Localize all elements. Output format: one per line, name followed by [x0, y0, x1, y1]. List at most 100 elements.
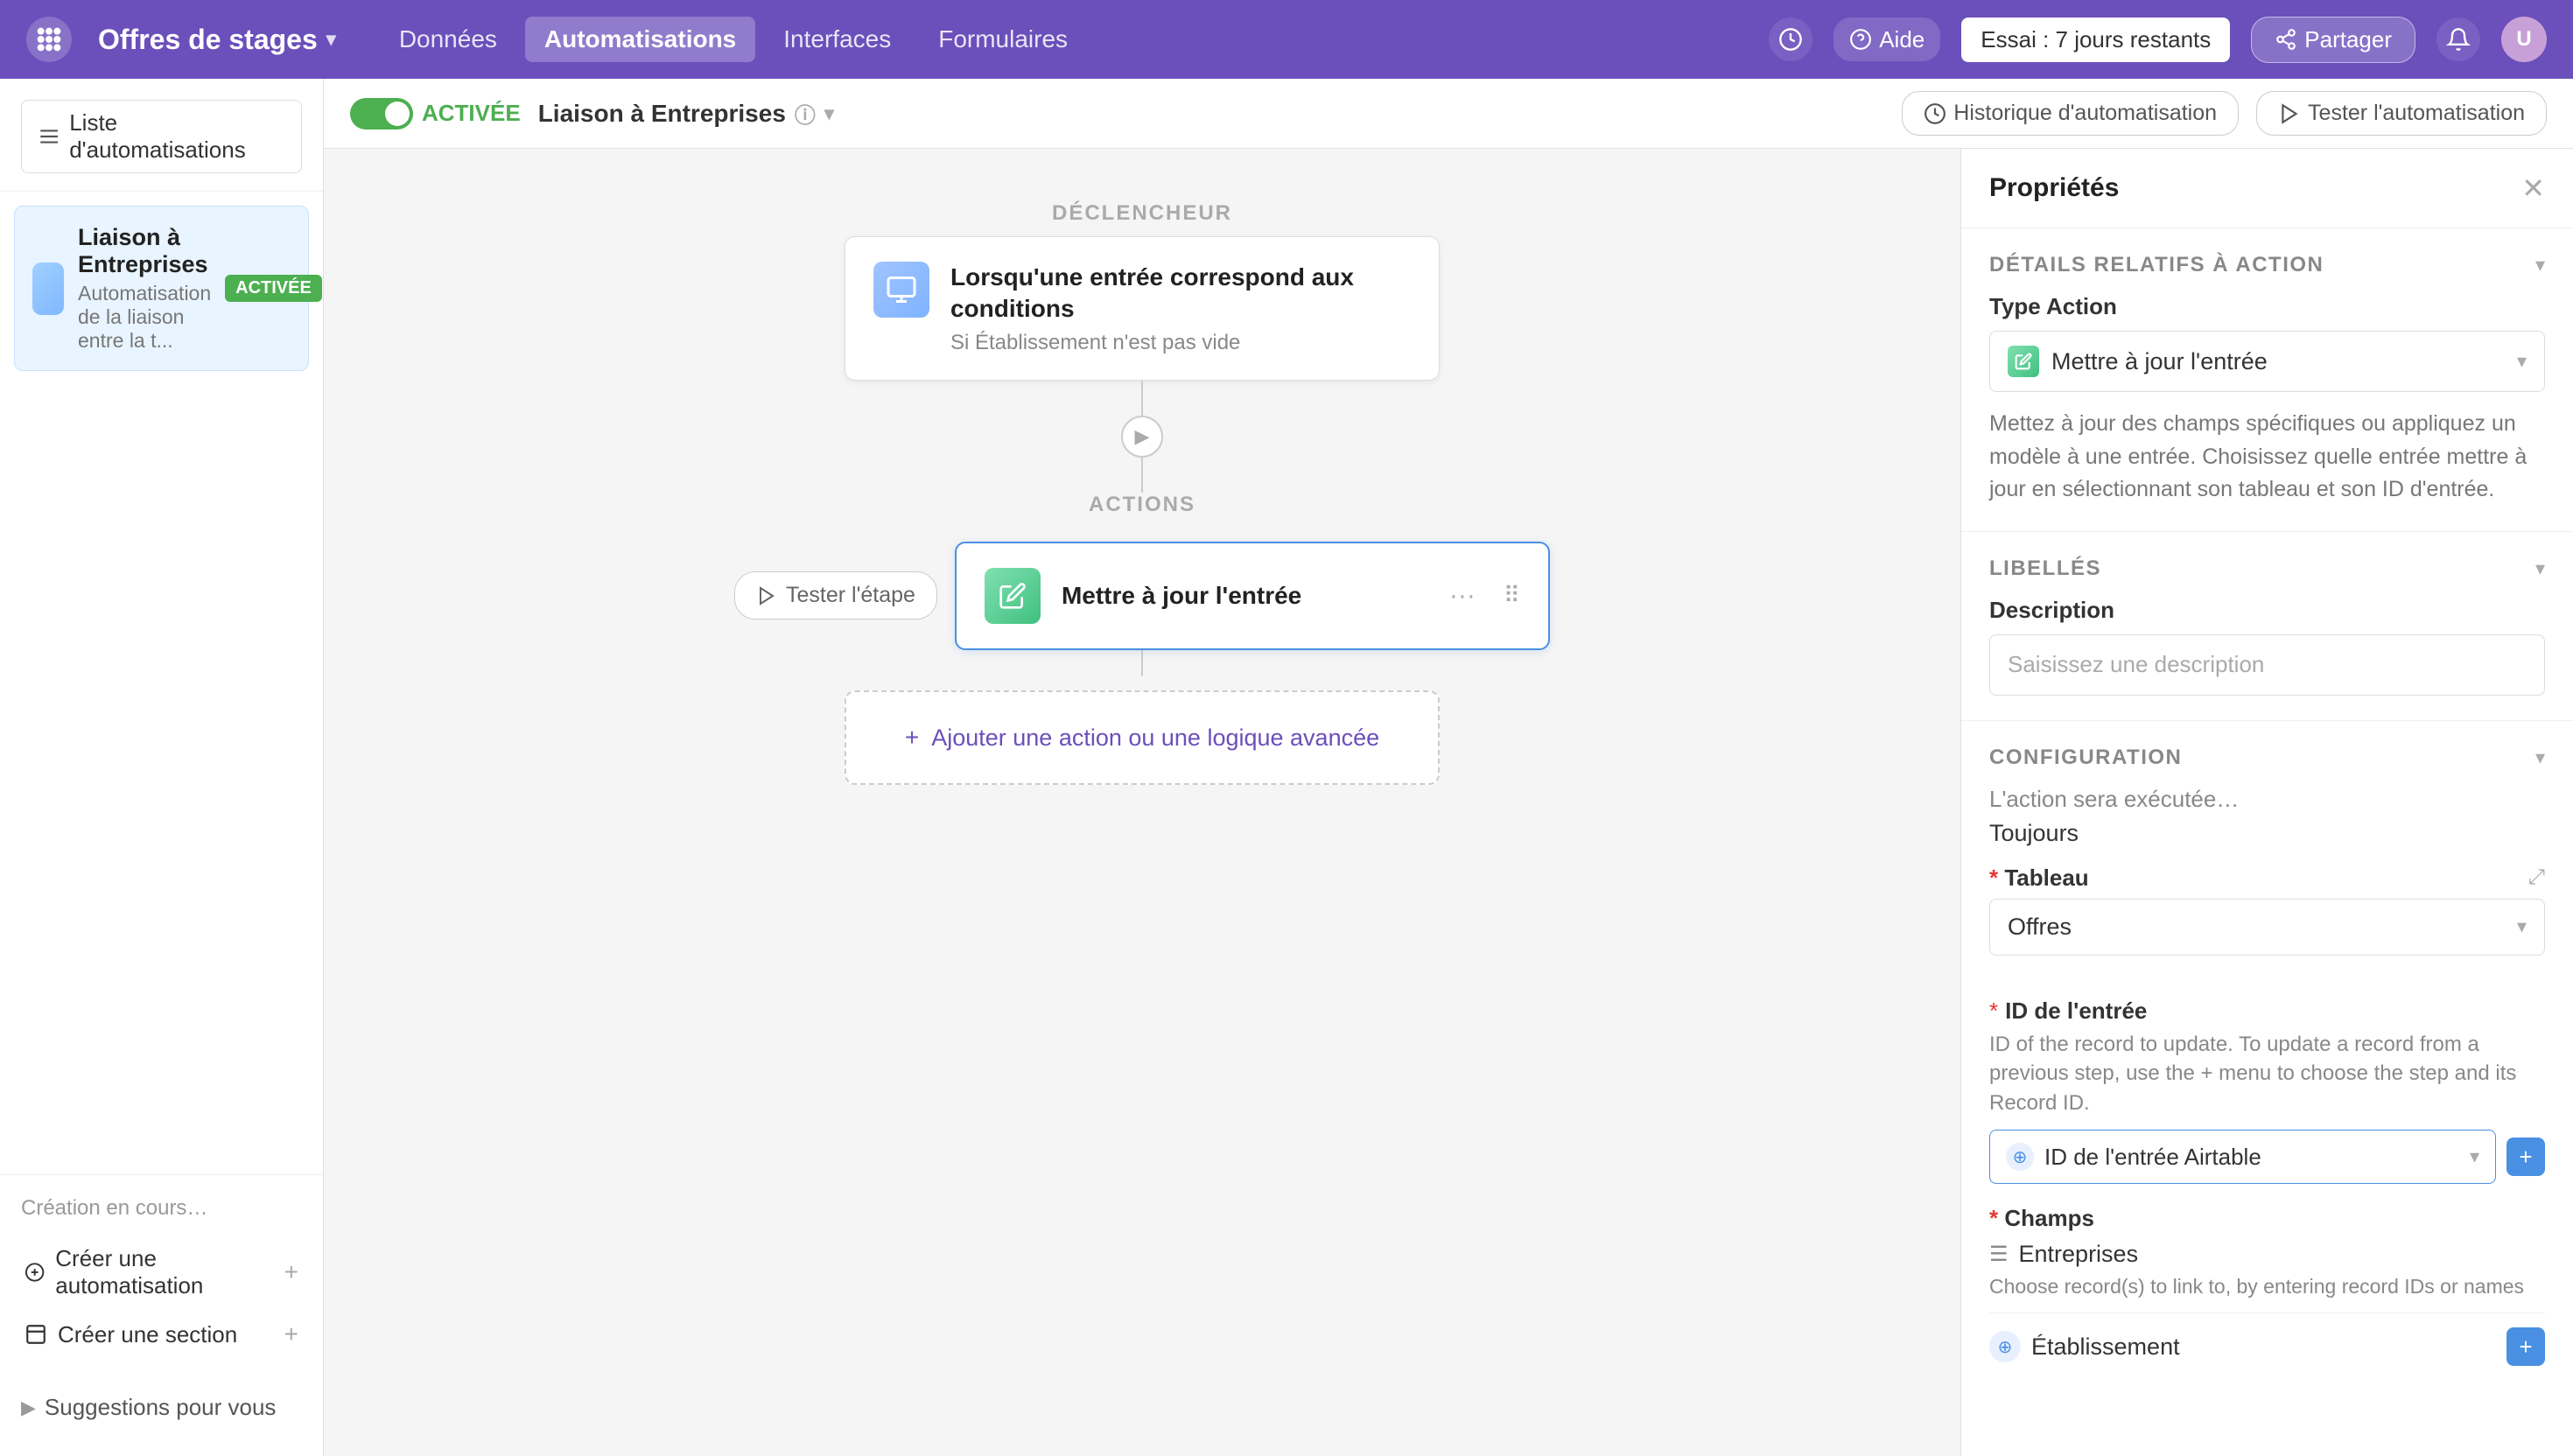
- tableau-value: Offres: [2008, 914, 2517, 941]
- add-icon: +: [905, 724, 919, 751]
- id-field-value: ID de l'entrée Airtable: [2044, 1144, 2459, 1171]
- tableau-expand-icon[interactable]: ⤢: [2528, 865, 2545, 890]
- id-description: ID of the record to update. To update a …: [1989, 1030, 2545, 1118]
- automation-name: Liaison à Entreprises: [78, 224, 211, 278]
- test-label: Tester l'automatisation: [2308, 101, 2525, 126]
- list-automations-button[interactable]: Liste d'automatisations: [21, 100, 302, 173]
- panel-close-button[interactable]: ✕: [2521, 174, 2545, 202]
- panel-header: Propriétés ✕: [1961, 149, 2573, 228]
- sidebar-automation-item[interactable]: Liaison à Entreprises Automatisation de …: [14, 206, 309, 371]
- labels-section-chevron[interactable]: ▾: [2535, 557, 2545, 580]
- history-button[interactable]: Historique d'automatisation: [1902, 91, 2239, 136]
- id-field-chevron[interactable]: ▾: [2470, 1145, 2479, 1168]
- nav-link-automatisations[interactable]: Automatisations: [525, 17, 755, 62]
- suggestions-chevron: ▶: [21, 1396, 36, 1419]
- bell-icon-btn[interactable]: [2436, 18, 2480, 61]
- info-icon[interactable]: ⓘ: [795, 98, 816, 129]
- suggestions-button[interactable]: ▶ Suggestions pour vous: [0, 1380, 323, 1435]
- add-action-button[interactable]: + Ajouter une action ou une logique avan…: [845, 690, 1440, 785]
- champs-section: * Champs ☰ Entreprises Choose record(s) …: [1961, 1205, 2573, 1390]
- type-action-select[interactable]: Mettre à jour l'entrée ▾: [1989, 331, 2545, 392]
- trigger-sub: Si Établissement n'est pas vide: [950, 331, 1411, 355]
- connector-play-btn[interactable]: ▶: [1121, 416, 1163, 458]
- actions-section: ACTIONS Tester l'étape Met: [734, 493, 1550, 785]
- nav-link-interfaces[interactable]: Interfaces: [764, 17, 910, 62]
- canvas: DÉCLENCHEUR Lorsqu'une entrée correspond…: [324, 149, 1960, 1456]
- automation-active-badge: ACTIVÉE: [225, 275, 322, 302]
- details-section: DÉTAILS RELATIFS À ACTION ▾ Type Action …: [1961, 228, 2573, 532]
- details-section-chevron[interactable]: ▾: [2535, 254, 2545, 276]
- create-automation-label: Créer une automatisation: [55, 1245, 284, 1299]
- champs-sub: Choose record(s) to link to, by entering…: [1989, 1275, 2545, 1298]
- history-icon-btn[interactable]: [1769, 18, 1812, 61]
- type-action-chevron: ▾: [2517, 350, 2527, 373]
- trigger-connector: ▶: [1121, 381, 1163, 493]
- share-button[interactable]: Partager: [2251, 17, 2415, 63]
- automation-item-icon: [32, 262, 64, 315]
- tableau-chevron: ▾: [2517, 915, 2527, 938]
- actions-label: ACTIONS: [1089, 493, 1195, 517]
- nav-links: Données Automatisations Interfaces Formu…: [380, 17, 1087, 62]
- trigger-node[interactable]: Lorsqu'une entrée correspond aux conditi…: [845, 236, 1440, 381]
- active-toggle[interactable]: [350, 98, 413, 130]
- avatar[interactable]: U: [2501, 17, 2547, 62]
- etablissement-add-button[interactable]: +: [2506, 1327, 2545, 1366]
- connector-line-2: [1141, 458, 1143, 493]
- action-grid-icon[interactable]: ⠿: [1504, 582, 1520, 609]
- executed-label: L'action sera exécutée…: [1989, 786, 2545, 813]
- sidebar: Liste d'automatisations Liaison à Entrep…: [0, 79, 324, 1456]
- nav-link-formulaires[interactable]: Formulaires: [919, 17, 1087, 62]
- action-connector-line: [1141, 650, 1143, 676]
- champs-label: Champs: [2004, 1205, 2094, 1231]
- champs-required: *: [1989, 1205, 1998, 1231]
- id-field-row: ⊕ ID de l'entrée Airtable ▾ +: [1989, 1130, 2545, 1184]
- nav-link-donnees[interactable]: Données: [380, 17, 516, 62]
- executed-value: Toujours: [1989, 820, 2545, 847]
- top-nav: Offres de stages ▾ Données Automatisatio…: [0, 0, 2573, 79]
- description-input[interactable]: Saisissez une description: [1989, 634, 2545, 696]
- etablissement-left: ⊕ Établissement: [1989, 1331, 2180, 1362]
- canvas-panel-row: DÉCLENCHEUR Lorsqu'une entrée correspond…: [324, 149, 2573, 1456]
- app-name[interactable]: Offres de stages ▾: [98, 24, 336, 56]
- panel-title: Propriétés: [1989, 173, 2119, 203]
- create-section-plus: +: [284, 1320, 298, 1348]
- id-field[interactable]: ⊕ ID de l'entrée Airtable ▾: [1989, 1130, 2496, 1184]
- connector-line-1: [1141, 381, 1143, 416]
- action-dots-menu[interactable]: ···: [1449, 581, 1476, 611]
- labels-section: LIBELLÉS ▾ Description Saisissez une des…: [1961, 532, 2573, 721]
- details-section-title: DÉTAILS RELATIFS À ACTION: [1989, 253, 2324, 277]
- content-wrapper: ACTIVÉE Liaison à Entreprises ⓘ ▾ Histor…: [324, 79, 2573, 1456]
- automation-title-header: Liaison à Entreprises ⓘ ▾: [538, 98, 834, 129]
- create-automation-button[interactable]: Créer une automatisation +: [21, 1235, 302, 1310]
- trial-button[interactable]: Essai : 7 jours restants: [1961, 18, 2230, 62]
- config-section-chevron[interactable]: ▾: [2535, 746, 2545, 769]
- suggestions-label: Suggestions pour vous: [45, 1394, 277, 1421]
- automation-desc: Automatisation de la liaison entre la t.…: [78, 282, 211, 353]
- id-add-button[interactable]: +: [2506, 1138, 2545, 1176]
- main-layout: Liste d'automatisations Liaison à Entrep…: [0, 79, 2573, 1456]
- right-panel: Propriétés ✕ DÉTAILS RELATIFS À ACTION ▾…: [1960, 149, 2573, 1456]
- test-automation-button[interactable]: Tester l'automatisation: [2256, 91, 2547, 136]
- history-label: Historique d'automatisation: [1953, 101, 2217, 126]
- app-logo[interactable]: [26, 17, 72, 62]
- champs-item-label: Entreprises: [2019, 1241, 2139, 1268]
- config-section-header: CONFIGURATION ▾: [1989, 746, 2545, 770]
- type-action-description: Mettez à jour des champs spécifiques ou …: [1989, 408, 2545, 507]
- id-required: *: [1989, 998, 1998, 1025]
- flow: DÉCLENCHEUR Lorsqu'une entrée correspond…: [734, 201, 1550, 785]
- list-automations-label: Liste d'automatisations: [69, 109, 285, 164]
- tableau-label: Tableau: [2004, 864, 2088, 891]
- action-node[interactable]: Mettre à jour l'entrée ··· ⠿: [955, 542, 1550, 650]
- app-name-chevron: ▾: [326, 28, 336, 51]
- config-section: CONFIGURATION ▾ L'action sera exécutée… …: [1961, 721, 2573, 998]
- title-chevron[interactable]: ▾: [824, 102, 834, 125]
- tableau-select[interactable]: Offres ▾: [1989, 899, 2545, 956]
- sub-header: ACTIVÉE Liaison à Entreprises ⓘ ▾ Histor…: [324, 79, 2573, 149]
- champs-header: * Champs: [1989, 1205, 2545, 1232]
- id-field-icon: ⊕: [2006, 1143, 2034, 1171]
- test-step-button[interactable]: Tester l'étape: [734, 571, 937, 620]
- help-btn[interactable]: Aide: [1833, 18, 1940, 61]
- sidebar-footer: Création en cours… Créer une automatisat…: [0, 1174, 323, 1380]
- type-action-icon: [2008, 346, 2039, 377]
- create-section-button[interactable]: Créer une section +: [21, 1310, 302, 1359]
